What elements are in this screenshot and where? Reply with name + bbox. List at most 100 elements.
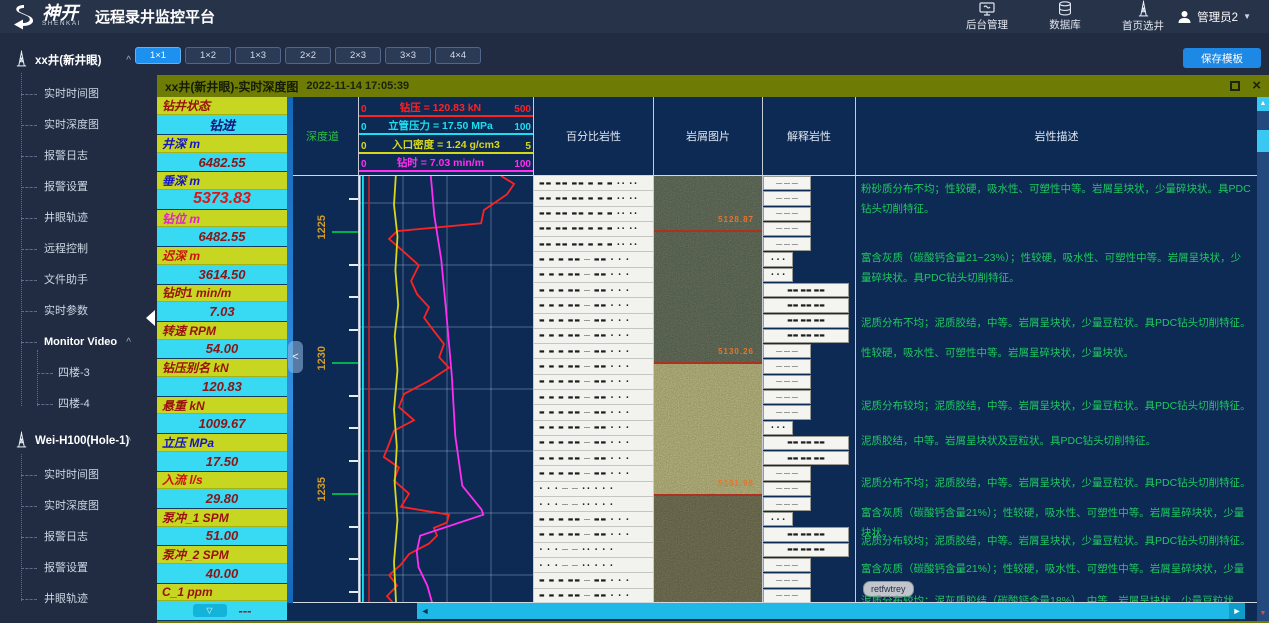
parameter-value-text: 1009.67 [199, 416, 246, 431]
scroll-down-icon[interactable]: ▼ [1257, 608, 1269, 620]
sidebar-item[interactable]: 四楼-3 [0, 358, 157, 389]
interp-lith-row: ― ― ― [763, 573, 855, 588]
sidebar-item[interactable]: 报警设置 [0, 172, 157, 203]
interp-lith-row: ― ― ― [763, 558, 855, 573]
interp-lith-box: ― ― ― [763, 405, 811, 419]
cuttings-photo: 5130.26 [654, 232, 762, 364]
monitor-icon [979, 2, 995, 16]
parameter-value-text: 7.03 [209, 304, 234, 319]
layout-button-4×4[interactable]: 4×4 [435, 47, 481, 64]
parameter-block: 入流 l/s29.80 [157, 472, 287, 509]
chevron-left-icon[interactable]: < [288, 341, 303, 373]
layout-button-1×2[interactable]: 1×2 [185, 47, 231, 64]
vertical-scroll-thumb[interactable] [1257, 130, 1269, 152]
lith-pattern-row: ▬ ▬ ▬ ▬▬ ― ▬▬ ∙ ∙ ∙ [534, 421, 653, 436]
layout-button-1×3[interactable]: 1×3 [235, 47, 281, 64]
interp-lith-row: ― ― ― [763, 375, 855, 390]
parameter-value-text: 6482.55 [199, 229, 246, 244]
nav-backend-admin[interactable]: 后台管理 [961, 2, 1013, 32]
interp-lith-box: ∙ ∙ ∙ [763, 268, 793, 282]
layout-button-2×3[interactable]: 2×3 [335, 47, 381, 64]
layout-button-2×2[interactable]: 2×2 [285, 47, 331, 64]
scroll-left-icon[interactable]: ◄ [417, 603, 433, 619]
depth-tick [349, 427, 358, 429]
sidebar-item[interactable]: 报警日志 [0, 522, 157, 553]
photo-depth-label: 5130.26 [718, 347, 754, 356]
sidebar-well[interactable]: xx井(新井眼) ^ [0, 45, 157, 75]
sidebar-item[interactable]: 四楼-4 [0, 389, 157, 420]
well-name: Wei-H100(Hole-1) [35, 435, 129, 447]
chart-body: 122512301235 ▬▬ ▬▬ ▬▬ ▬ ▬ ▬ ∙∙ ∙∙▬▬ ▬▬ ▬… [287, 175, 1257, 603]
parameter-value-text: 5373.83 [193, 190, 251, 208]
horizontal-scrollbar[interactable]: ◄ ► [417, 603, 1245, 619]
fullscreen-icon[interactable] [1230, 81, 1240, 91]
interp-lith-box: ▬▬ ▬▬ ▬▬ [763, 329, 849, 343]
depth-tick [349, 558, 358, 560]
legend-max: 5 [525, 141, 531, 152]
sidebar-item[interactable]: 报警设置 [0, 553, 157, 584]
depth-tick [349, 264, 358, 266]
parameter-block: 悬重 kN1009.67 [157, 397, 287, 434]
sidebar-well[interactable]: Wei-H100(Hole-1)^ [0, 426, 157, 456]
parameter-block: 钻时1 min/m7.03 [157, 285, 287, 322]
close-icon[interactable]: × [1252, 81, 1261, 91]
sidebar-item[interactable]: 报警日志 [0, 141, 157, 172]
parameter-value: 51.00 [157, 527, 287, 546]
lith-pattern-row: ∙ ∙ ∙ ― ― ∙∙ ∙ ∙ ∙ [534, 543, 653, 558]
cuttings-photo: 5131.98 [654, 364, 762, 496]
sidebar-item[interactable]: 实时时间图 [0, 460, 157, 491]
layout-button-3×3[interactable]: 3×3 [385, 47, 431, 64]
lith-pattern-row: ▬▬ ▬▬ ▬▬ ▬ ▬ ▬ ∙∙ ∙∙ [534, 176, 653, 191]
vertical-scrollbar[interactable]: ▲ ▼ [1257, 97, 1269, 621]
parameter-dropdown-button[interactable]: ▽ [193, 604, 227, 617]
collapse-caret-icon[interactable]: ^ [126, 55, 131, 66]
layout-button-1×1[interactable]: 1×1 [135, 47, 181, 64]
collapse-caret-icon[interactable]: ^ [126, 327, 131, 358]
sidebar-item[interactable]: 实时深度图 [0, 491, 157, 522]
sidebar-item[interactable]: 实时时间图 [0, 79, 157, 110]
interp-lith-box: ▬▬ ▬▬ ▬▬ [763, 527, 849, 541]
sidebar-item[interactable]: 井眼轨迹 [0, 203, 157, 234]
legend-name-value: 钻压 = 120.83 kN [400, 100, 481, 115]
well-name: xx井(新井眼) [35, 52, 101, 68]
photo-depth-label: 5131.98 [718, 479, 754, 488]
nav-database[interactable]: 数据库 [1039, 1, 1091, 32]
interp-lith-row: ― ― ― [763, 390, 855, 405]
sidebar-group-monitor-video[interactable]: Monitor Video^ [0, 327, 157, 358]
lith-description: 泥质分布较均；泥质胶结，中等。岩屑呈块状，少量豆粒状。具PDC钻头切削特征。 [861, 531, 1251, 551]
user-menu[interactable]: 管理员2 ▼ [1177, 0, 1251, 33]
parameter-value: 40.00 [157, 564, 287, 583]
nav-home-well-select[interactable]: 首页选井 [1117, 0, 1169, 33]
shenkai-logo-icon [10, 4, 36, 30]
sidebar-item[interactable]: 远程控制 [0, 234, 157, 265]
interp-lith-row: ― ― ― [763, 405, 855, 420]
panel-title: xx井(新井眼)-实时深度图 [165, 78, 298, 95]
sidebar-collapse-arrow-icon[interactable] [146, 310, 155, 326]
collapse-caret-icon[interactable]: ^ [126, 436, 131, 447]
sidebar-item[interactable]: 文件助手 [0, 265, 157, 296]
parameter-value-text: 40.00 [206, 566, 239, 581]
lith-pattern-row: ▬ ▬ ▬ ▬▬ ― ▬▬ ∙ ∙ ∙ [534, 390, 653, 405]
curve-track [358, 176, 533, 602]
save-template-button[interactable]: 保存模板 [1183, 48, 1261, 68]
top-header: 神开 SHENKAI 远程录井监控平台 后台管理 [0, 0, 1269, 33]
lith-description: 富含灰质（碳酸钙含量21~23%）；性较硬，吸水性、可塑性中等。岩屑呈块状，少量… [861, 248, 1251, 288]
depth-chart-panel: xx井(新井眼)-实时深度图 2022-11-14 17:05:39 × 钻井状… [157, 75, 1269, 623]
depth-label: 1230 [316, 346, 328, 370]
scroll-up-icon[interactable]: ▲ [1257, 97, 1269, 111]
interp-lith-box: ▬▬ ▬▬ ▬▬ [763, 314, 849, 328]
lith-pattern-row: ∙ ∙ ∙ ― ― ∙∙ ∙ ∙ ∙ [534, 482, 653, 497]
sidebar-item[interactable]: 实时深度图 [0, 110, 157, 141]
depth-tick [332, 231, 358, 233]
lith-pattern-row: ▬ ▬ ▬ ▬▬ ― ▬▬ ∙ ∙ ∙ [534, 298, 653, 313]
sidebar-item[interactable]: 实时参数 [0, 296, 157, 327]
scroll-right-icon[interactable]: ► [1229, 603, 1245, 619]
sidebar-item[interactable]: 井眼轨迹 [0, 584, 157, 615]
depth-log-chart: < 深度道 0钻压 = 120.83 kN5000立管压力 = 17.50 MP… [287, 97, 1257, 621]
depth-label: 1225 [316, 215, 328, 239]
curves-plot [359, 176, 533, 602]
brand-text: 神开 SHENKAI [42, 6, 81, 27]
depth-tick [349, 526, 358, 528]
interp-lith-box: ▬▬ ▬▬ ▬▬ [763, 543, 849, 557]
lith-percent-track: ▬▬ ▬▬ ▬▬ ▬ ▬ ▬ ∙∙ ∙∙▬▬ ▬▬ ▬▬ ▬ ▬ ▬ ∙∙ ∙∙… [533, 176, 653, 602]
